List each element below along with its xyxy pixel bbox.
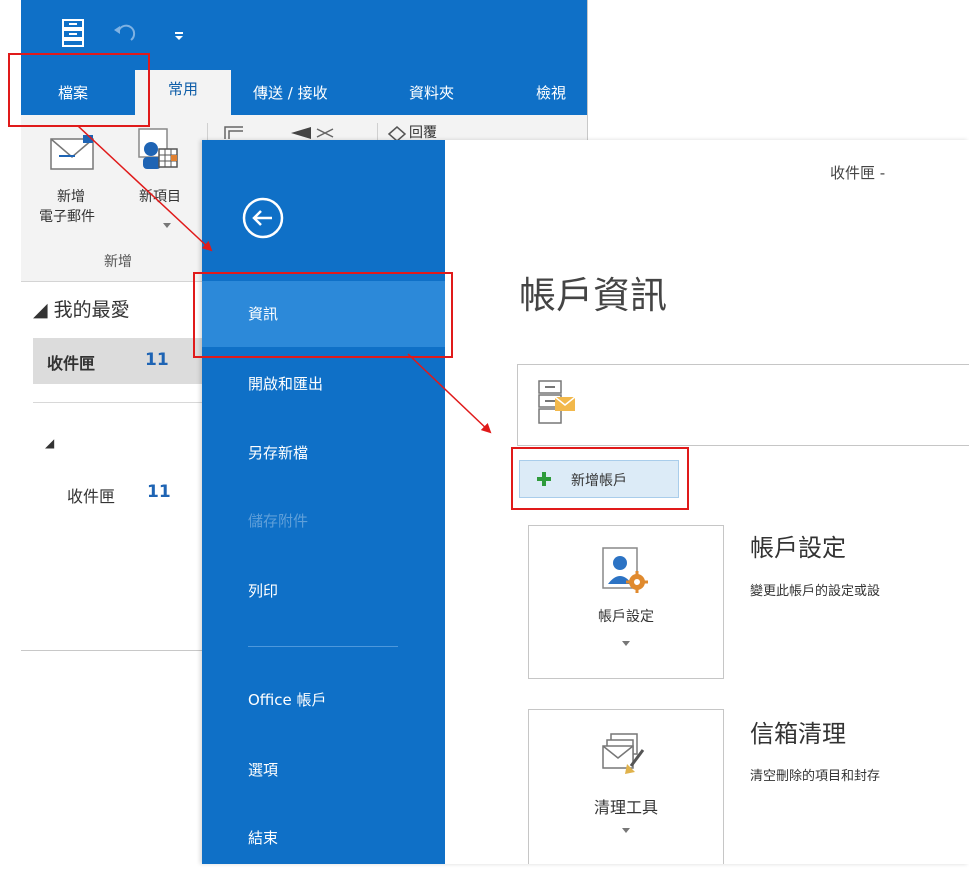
arrow-file-to-info <box>77 125 213 252</box>
annotation-arrows <box>77 125 492 434</box>
arrow-info-to-add-account <box>407 353 492 434</box>
